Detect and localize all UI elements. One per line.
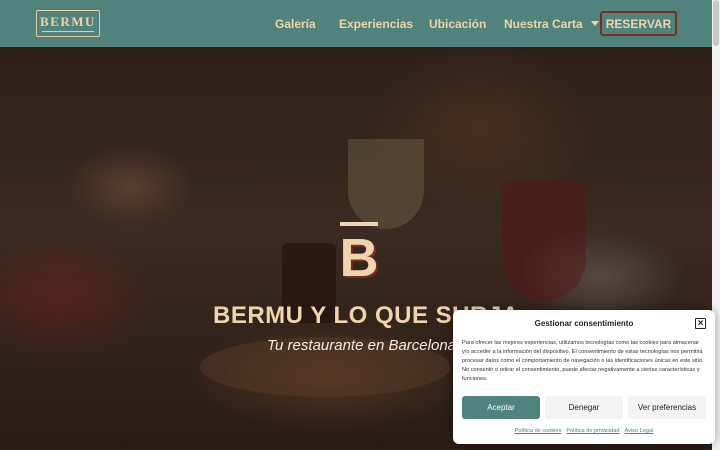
consent-title: Gestionar consentimiento [534, 319, 634, 328]
consent-body: Para ofrecer las mejores experiencias, u… [462, 340, 704, 382]
scrollbar-thumb[interactable] [713, 0, 719, 46]
hero-background-wine-glass [348, 139, 424, 229]
nav-experiencias[interactable]: Experiencias [339, 0, 413, 47]
accept-button[interactable]: Aceptar [462, 396, 540, 419]
site-header: BERMU Galería Experiencias Ubicación Nue… [0, 0, 712, 47]
logo-text: BERMU [40, 14, 96, 29]
nav-galeria[interactable]: Galería [275, 0, 316, 47]
hero-emblem-bar [340, 222, 378, 226]
hero-subtitle: Tu restaurante en Barcelona [267, 337, 457, 354]
chevron-down-icon [590, 21, 599, 26]
hero-emblem-letter: B [339, 228, 379, 288]
nav-ubicacion[interactable]: Ubicación [429, 0, 486, 47]
hero-emblem: B [336, 222, 382, 290]
preferences-button[interactable]: Ver preferencias [628, 396, 706, 419]
consent-links: Política de cookies Política de privacid… [453, 428, 715, 434]
cookies-policy-link[interactable]: Política de cookies [515, 428, 562, 434]
reservar-button[interactable]: RESERVAR [600, 11, 677, 36]
close-icon[interactable]: × [695, 318, 706, 329]
logo[interactable]: BERMU [36, 10, 100, 37]
deny-button[interactable]: Denegar [545, 396, 623, 419]
logo-underline [42, 31, 94, 32]
legal-notice-link[interactable]: Aviso Legal [624, 428, 653, 434]
nav-nuestra-carta-label: Nuestra Carta [504, 16, 583, 31]
consent-dialog: Gestionar consentimiento × Para ofrecer … [453, 310, 715, 444]
hero-background-red-wine-glass [502, 181, 586, 301]
privacy-policy-link[interactable]: Política de privacidad [566, 428, 619, 434]
nav-nuestra-carta[interactable]: Nuestra Carta [504, 0, 599, 47]
